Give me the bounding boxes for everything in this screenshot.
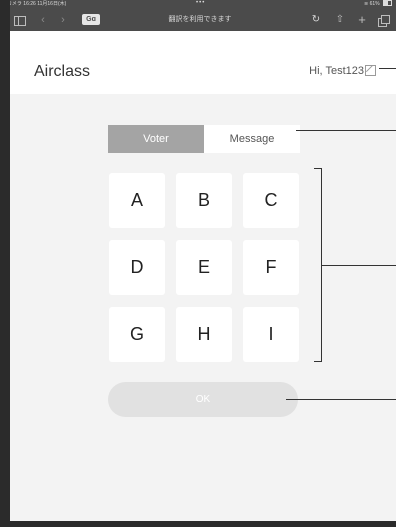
tab-message[interactable]: Message — [204, 125, 300, 153]
reload-icon[interactable]: ↻ — [310, 13, 322, 27]
translate-icon[interactable]: Gɑ — [82, 14, 100, 25]
app-header: Airclass Hi, Test123 — [10, 31, 396, 94]
key-i[interactable]: I — [243, 307, 299, 362]
wifi-icon: ≋ — [364, 1, 369, 7]
status-dots: ••• — [196, 0, 206, 6]
status-left-text: ◂ カメラ 16:26 11月16日(木) — [3, 1, 67, 7]
chevron-right-icon[interactable]: › — [58, 13, 68, 27]
app-screen: ◂ カメラ 16:26 11月16日(木) ••• ≋ 61% ‹ › Gɑ 翻… — [0, 0, 396, 527]
key-e[interactable]: E — [176, 240, 232, 295]
key-f[interactable]: F — [243, 240, 299, 295]
sidebar-icon[interactable] — [14, 13, 26, 27]
status-right: ≋ 61% — [364, 0, 392, 9]
edit-profile-icon[interactable] — [365, 65, 376, 76]
main-content: Voter Message A B C D E F G H I OK — [10, 94, 396, 521]
callout-bracket-bottom — [314, 361, 322, 362]
share-icon[interactable]: ⇧ — [334, 13, 346, 27]
key-c[interactable]: C — [243, 173, 299, 228]
key-b[interactable]: B — [176, 173, 232, 228]
key-d[interactable]: D — [109, 240, 165, 295]
app-title: Airclass — [34, 63, 91, 80]
ok-button[interactable]: OK — [108, 382, 298, 417]
device-frame-left — [0, 0, 10, 527]
callout-line-tabs — [296, 130, 396, 131]
chevron-left-icon[interactable]: ‹ — [38, 13, 48, 27]
battery-percent: 61% — [369, 1, 380, 7]
status-bar: ◂ カメラ 16:26 11月16日(木) ••• ≋ 61% — [0, 0, 396, 9]
battery-icon — [383, 0, 392, 6]
key-g[interactable]: G — [109, 307, 165, 362]
browser-toolbar: ‹ › Gɑ 翻訳を利用できます ↻ ⇧ + — [0, 9, 396, 31]
mode-tabs: Voter Message — [108, 125, 300, 153]
address-bar-title[interactable]: 翻訳を利用できます — [140, 14, 260, 26]
key-h[interactable]: H — [176, 307, 232, 362]
user-greeting: Hi, Test123 — [309, 65, 364, 77]
callout-line-header — [379, 68, 396, 69]
plus-icon[interactable]: + — [356, 13, 368, 27]
callout-line-ok — [286, 399, 396, 400]
device-frame-bottom — [0, 521, 396, 527]
key-a[interactable]: A — [109, 173, 165, 228]
tab-voter[interactable]: Voter — [108, 125, 204, 153]
tabs-icon[interactable] — [378, 13, 390, 27]
callout-line-keypad — [322, 265, 396, 266]
